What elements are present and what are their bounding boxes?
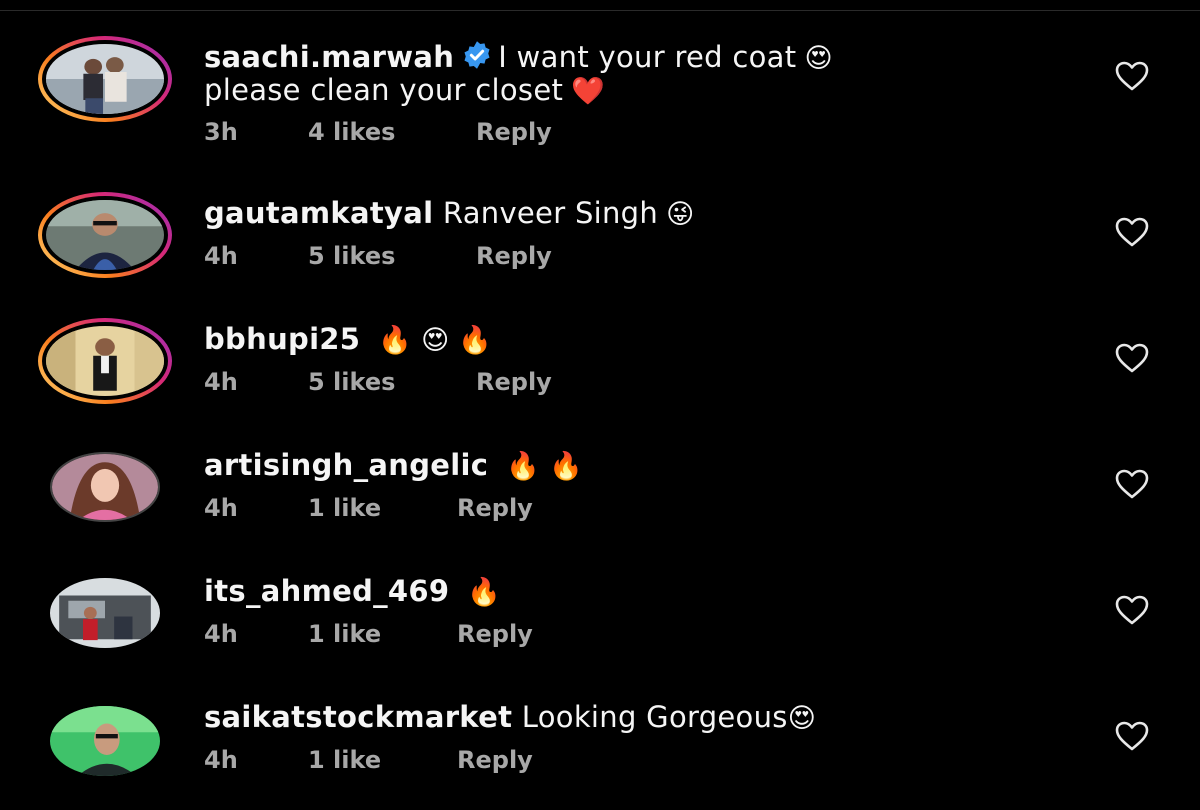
heart-outline-icon[interactable] — [1114, 342, 1150, 374]
avatar[interactable] — [50, 452, 160, 522]
emoji: 🔥 — [467, 577, 502, 608]
reply-button[interactable]: Reply — [457, 620, 533, 648]
comment-line-1: gautamkatyal Ranveer Singh 😜 — [204, 196, 695, 232]
heart-outline-icon[interactable] — [1114, 594, 1150, 626]
emoji: 🔥 😍 🔥 — [378, 325, 493, 356]
emoji: 😍 — [804, 43, 833, 74]
emoji: 😜 — [666, 199, 695, 230]
timestamp: 4h — [204, 368, 238, 396]
comment-line-1: its_ahmed_469 🔥 — [204, 574, 501, 610]
likes-count[interactable]: 5 likes — [308, 242, 395, 270]
likes-count[interactable]: 1 like — [308, 494, 381, 522]
comment-line-1: saachi.marwah I want your red coat 😍 — [204, 40, 833, 76]
username[interactable]: its_ahmed_469 — [204, 574, 449, 608]
likes-count[interactable]: 1 like — [308, 746, 381, 774]
comment-text: I want your red coat — [498, 40, 797, 74]
avatar[interactable] — [50, 578, 160, 648]
emoji: 😍 — [787, 703, 817, 734]
timestamp: 3h — [204, 118, 238, 146]
likes-count[interactable]: 4 likes — [308, 118, 395, 146]
comment-line-2: please clean your closet ❤️ — [204, 73, 605, 109]
heart-outline-icon[interactable] — [1114, 216, 1150, 248]
reply-button[interactable]: Reply — [476, 118, 552, 146]
timestamp: 4h — [204, 242, 238, 270]
username[interactable]: artisingh_angelic — [204, 448, 488, 482]
timestamp: 4h — [204, 494, 238, 522]
username[interactable]: gautamkatyal — [204, 196, 433, 230]
likes-count[interactable]: 1 like — [308, 620, 381, 648]
avatar[interactable] — [38, 318, 172, 404]
reply-button[interactable]: Reply — [457, 746, 533, 774]
reply-button[interactable]: Reply — [476, 242, 552, 270]
comment-text: Ranveer Singh — [442, 196, 659, 230]
comment-line-1: saikatstockmarket Looking Gorgeous😍 — [204, 700, 816, 736]
heart-outline-icon[interactable] — [1114, 468, 1150, 500]
emoji: ❤️ — [571, 76, 606, 107]
timestamp: 4h — [204, 620, 238, 648]
heart-outline-icon[interactable] — [1114, 60, 1150, 92]
avatar[interactable] — [38, 192, 172, 278]
emoji: 🔥 🔥 — [506, 451, 583, 482]
heart-outline-icon[interactable] — [1114, 720, 1150, 752]
avatar[interactable] — [50, 706, 160, 776]
comment-text: please clean your closet — [204, 73, 564, 107]
username[interactable]: saikatstockmarket — [204, 700, 512, 734]
username[interactable]: bbhupi25 — [204, 322, 360, 356]
likes-count[interactable]: 5 likes — [308, 368, 395, 396]
verified-badge-icon — [464, 41, 490, 69]
reply-button[interactable]: Reply — [476, 368, 552, 396]
username[interactable]: saachi.marwah — [204, 40, 454, 74]
top-divider — [0, 10, 1200, 11]
comment-line-1: bbhupi25 🔥 😍 🔥 — [204, 322, 492, 358]
avatar[interactable] — [38, 36, 172, 122]
comment-text: Looking Gorgeous — [521, 700, 788, 734]
reply-button[interactable]: Reply — [457, 494, 533, 522]
timestamp: 4h — [204, 746, 238, 774]
comment-line-1: artisingh_angelic 🔥 🔥 — [204, 448, 583, 484]
